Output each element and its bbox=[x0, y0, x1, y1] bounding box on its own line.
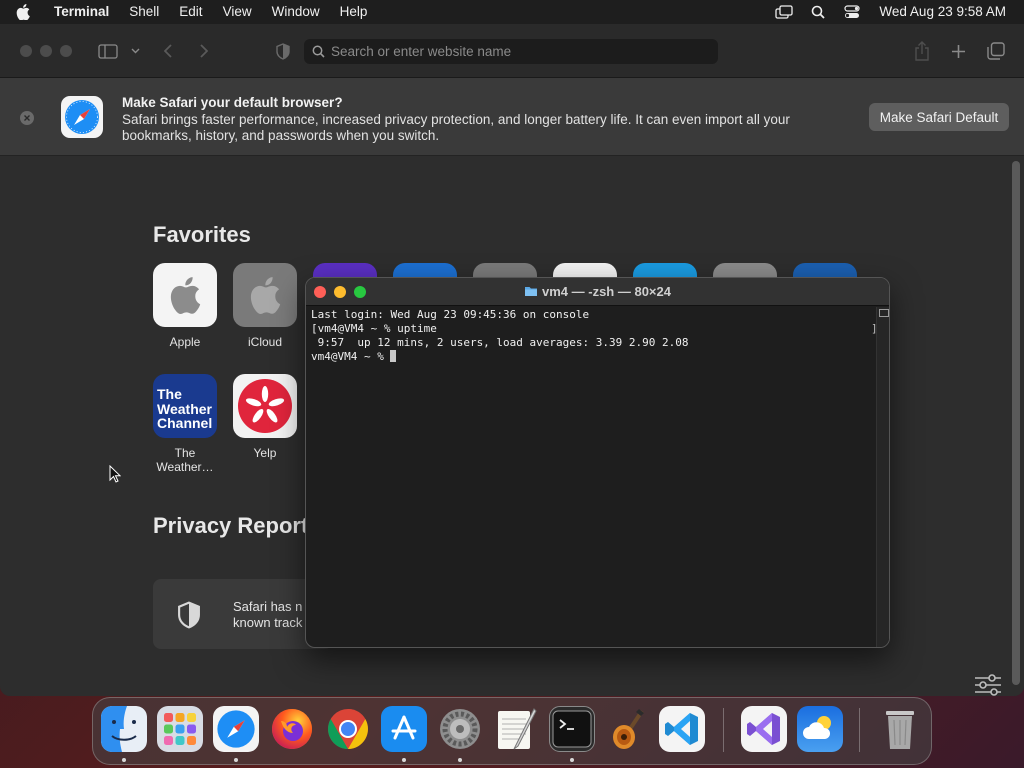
icloud-logo-icon bbox=[233, 263, 297, 327]
favorite-label: The Weather… bbox=[156, 446, 214, 474]
apple-menu-icon[interactable] bbox=[16, 0, 36, 24]
safari-logo-icon bbox=[61, 96, 103, 138]
menu-window[interactable]: Window bbox=[262, 0, 330, 24]
start-page-scrollbar[interactable] bbox=[1012, 161, 1020, 685]
dock-safari-icon[interactable] bbox=[213, 706, 259, 752]
favorite-tile-hidden[interactable] bbox=[713, 263, 777, 277]
folder-icon bbox=[525, 287, 537, 296]
favorites-title: Favorites bbox=[153, 222, 251, 247]
favorite-tile-hidden[interactable] bbox=[473, 263, 537, 277]
terminal-scrollbar[interactable] bbox=[876, 307, 889, 647]
privacy-shield-icon[interactable] bbox=[274, 40, 292, 62]
make-safari-default-button[interactable]: Make Safari Default bbox=[869, 103, 1009, 131]
running-indicator bbox=[122, 758, 126, 762]
terminal-output[interactable]: Last login: Wed Aug 23 09:45:36 on conso… bbox=[306, 307, 876, 647]
new-tab-icon[interactable] bbox=[948, 40, 968, 62]
address-bar[interactable] bbox=[304, 39, 718, 64]
privacy-report-title: Privacy Report bbox=[153, 513, 305, 538]
apple-logo-icon bbox=[153, 263, 217, 327]
terminal-window: vm4 — -zsh — 80×24 Last login: Wed Aug 2… bbox=[305, 277, 890, 648]
favorite-label: iCloud bbox=[247, 335, 283, 349]
running-indicator bbox=[570, 758, 574, 762]
shield-icon bbox=[178, 601, 200, 629]
terminal-line: [vm4@VM4 ~ % uptime bbox=[311, 322, 437, 335]
safari-toolbar bbox=[0, 24, 1024, 78]
menu-app-name[interactable]: Terminal bbox=[44, 0, 119, 24]
dock-separator bbox=[859, 708, 860, 752]
safari-zoom-button[interactable] bbox=[60, 45, 72, 57]
terminal-line: Last login: Wed Aug 23 09:45:36 on conso… bbox=[311, 308, 590, 321]
banner-title: Make Safari your default browser? bbox=[122, 95, 343, 110]
favorite-label: Apple bbox=[169, 335, 201, 349]
favorite-yelp[interactable]: Yelp bbox=[233, 374, 297, 460]
dock-trash-icon[interactable] bbox=[877, 706, 923, 752]
safari-minimize-button[interactable] bbox=[40, 45, 52, 57]
dock-textedit-icon[interactable] bbox=[493, 706, 539, 752]
customize-start-page-icon[interactable] bbox=[974, 674, 1002, 696]
menubar-clock[interactable]: Wed Aug 23 9:58 AM bbox=[869, 0, 1024, 24]
address-input[interactable] bbox=[331, 44, 711, 59]
dock-vscode-icon[interactable] bbox=[659, 706, 705, 752]
menu-view[interactable]: View bbox=[213, 0, 262, 24]
dock-separator bbox=[723, 708, 724, 752]
dock-visual-studio-icon[interactable] bbox=[741, 706, 787, 752]
terminal-title-text: vm4 — -zsh — 80×24 bbox=[542, 284, 671, 299]
banner-text: Safari brings faster performance, increa… bbox=[122, 112, 790, 143]
running-indicator bbox=[234, 758, 238, 762]
favorite-tile-hidden[interactable] bbox=[553, 263, 617, 277]
privacy-report-text: Safari has n known track bbox=[233, 599, 303, 630]
control-center-icon[interactable] bbox=[835, 0, 869, 24]
dock-firefox-icon[interactable] bbox=[269, 706, 315, 752]
spotlight-search-icon[interactable] bbox=[801, 0, 835, 24]
share-icon[interactable] bbox=[912, 40, 932, 62]
terminal-cursor bbox=[390, 350, 397, 362]
dock-garageband-icon[interactable] bbox=[605, 706, 651, 752]
split-pane-icon[interactable] bbox=[879, 309, 889, 317]
menu-edit[interactable]: Edit bbox=[169, 0, 212, 24]
back-icon[interactable] bbox=[160, 40, 176, 62]
running-indicator bbox=[458, 758, 462, 762]
favorite-tile-hidden[interactable] bbox=[633, 263, 697, 277]
dock-chrome-icon[interactable] bbox=[325, 706, 371, 752]
terminal-prompt: vm4@VM4 ~ % bbox=[311, 350, 391, 363]
dock-launchpad-icon[interactable] bbox=[157, 706, 203, 752]
menu-help[interactable]: Help bbox=[330, 0, 378, 24]
yelp-logo-icon bbox=[233, 374, 297, 438]
weather-channel-logo-text: The Weather Channel bbox=[157, 386, 213, 431]
sidebar-toggle-icon[interactable] bbox=[96, 40, 120, 62]
terminal-line: 9:57 up 12 mins, 2 users, load averages:… bbox=[311, 336, 689, 349]
menu-bar: Terminal Shell Edit View Window Help Wed… bbox=[0, 0, 1024, 24]
safari-close-button[interactable] bbox=[20, 45, 32, 57]
favorite-icloud[interactable]: iCloud bbox=[233, 263, 297, 349]
dock-terminal-icon[interactable] bbox=[549, 706, 595, 752]
favorite-tile-hidden[interactable] bbox=[393, 263, 457, 277]
favorite-apple[interactable]: Apple bbox=[153, 263, 217, 349]
banner-close-icon[interactable] bbox=[20, 111, 34, 125]
running-indicator bbox=[402, 758, 406, 762]
forward-icon[interactable] bbox=[196, 40, 212, 62]
favorite-label: Yelp bbox=[253, 446, 277, 460]
favorite-tile-hidden[interactable] bbox=[793, 263, 857, 277]
terminal-title: vm4 — -zsh — 80×24 bbox=[306, 284, 889, 299]
dock-app-store-icon[interactable] bbox=[381, 706, 427, 752]
terminal-title-bar[interactable]: vm4 — -zsh — 80×24 bbox=[306, 278, 889, 306]
mouse-pointer-icon bbox=[109, 464, 122, 488]
chevron-down-icon[interactable] bbox=[128, 40, 142, 62]
terminal-prompt-line: vm4@VM4 ~ % bbox=[311, 350, 871, 364]
dock-weather-icon[interactable] bbox=[797, 706, 843, 752]
dock-system-settings-icon[interactable] bbox=[437, 706, 483, 752]
weather-channel-logo-icon: The Weather Channel bbox=[153, 374, 217, 438]
default-browser-banner: Make Safari your default browser? Safari… bbox=[0, 78, 1024, 156]
search-icon bbox=[312, 45, 325, 58]
favorite-tile-hidden[interactable] bbox=[313, 263, 377, 277]
dock bbox=[92, 697, 932, 765]
screen-mirroring-icon[interactable] bbox=[767, 0, 801, 24]
tab-overview-icon[interactable] bbox=[985, 40, 1007, 62]
favorite-the-weather-channel[interactable]: The Weather Channel The Weather… bbox=[153, 374, 217, 474]
dock-finder-icon[interactable] bbox=[101, 706, 147, 752]
menu-shell[interactable]: Shell bbox=[119, 0, 169, 24]
